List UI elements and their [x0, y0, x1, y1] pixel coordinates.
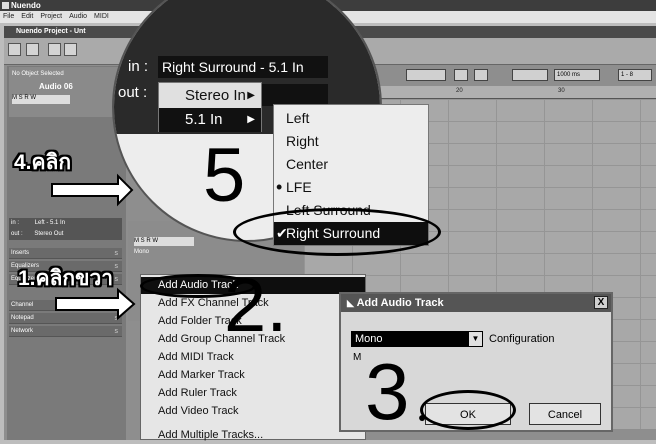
arrow-icon	[55, 287, 136, 321]
highlight-ring	[420, 390, 516, 430]
highlight-ring	[140, 274, 256, 298]
arrow-icon	[51, 173, 134, 207]
highlight-ring	[233, 208, 441, 256]
